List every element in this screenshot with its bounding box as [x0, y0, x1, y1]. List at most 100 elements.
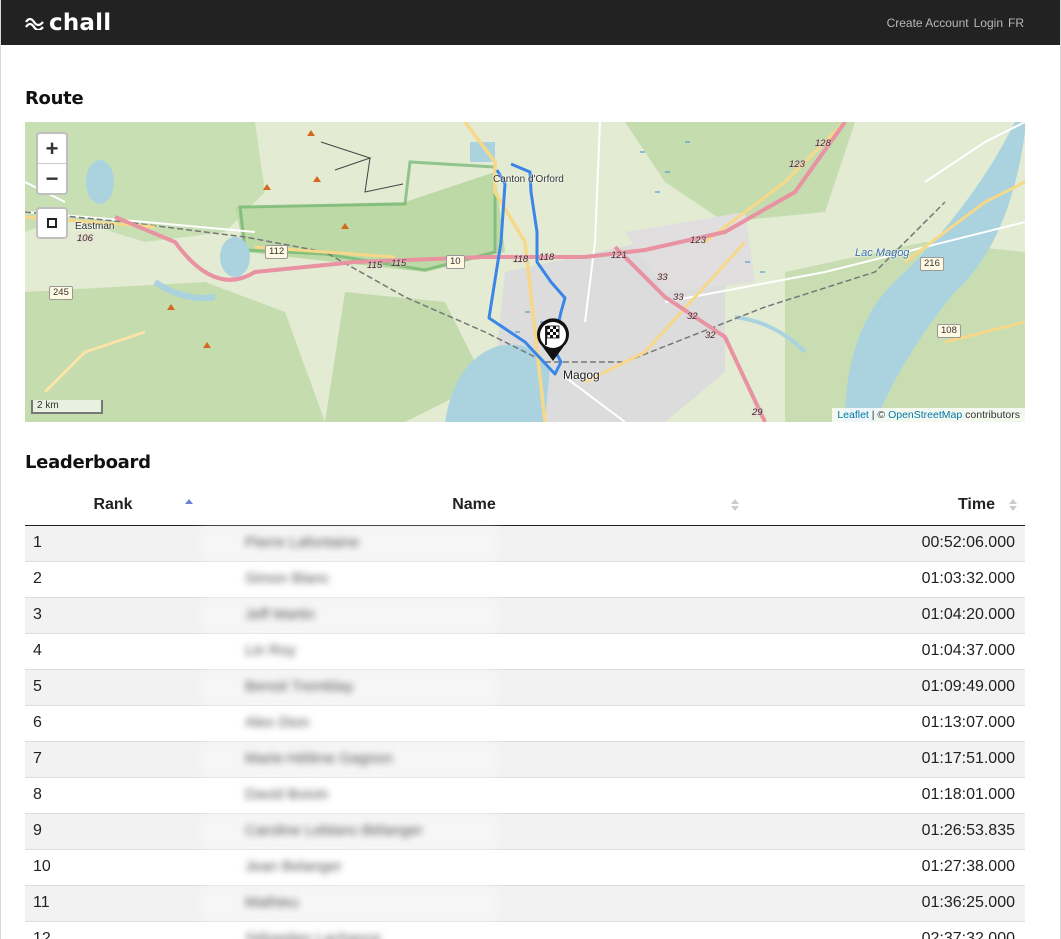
athlete-name: Marie-Hélène Gagnon — [245, 750, 393, 767]
highway-label-32b: 32 — [705, 330, 716, 341]
athlete-name: Simon Blanc — [245, 570, 330, 587]
zoom-in-button[interactable]: + — [38, 134, 66, 164]
name-cell: Simon Blanc — [201, 560, 747, 597]
brand-name: chall — [49, 9, 112, 36]
language-toggle-link[interactable]: FR — [1008, 16, 1024, 30]
name-cell: Benoit Tremblay — [201, 668, 747, 705]
table-row[interactable]: 4 Lin Roy 01:04:37.000 — [25, 632, 1025, 669]
athlete-name: Caroline Leblanc-Bélanger — [245, 822, 423, 839]
table-row[interactable]: 7 Marie-Hélène Gagnon 01:17:51.000 — [25, 740, 1025, 777]
table-row[interactable]: 11 Mathieu 01:36:25.000 — [25, 884, 1025, 921]
create-account-link[interactable]: Create Account — [887, 16, 969, 30]
name-column-header[interactable]: Name — [201, 486, 747, 526]
rank-cell: 9 — [25, 812, 201, 849]
highway-label-32a: 32 — [687, 311, 698, 322]
leaderboard-table: Rank Name Time 1 Pierre Lafontaine 00:52… — [25, 486, 1025, 939]
athlete-name: Alex Dion — [245, 714, 310, 731]
table-row[interactable]: 6 Alex Dion 01:13:07.000 — [25, 704, 1025, 741]
rank-cell: 6 — [25, 704, 201, 741]
athlete-name: Lin Roy — [245, 642, 296, 659]
rank-column-header[interactable]: Rank — [25, 486, 201, 526]
time-cell: 01:04:20.000 — [747, 596, 1025, 633]
map-attribution: Leaflet | © OpenStreetMap contributors — [832, 408, 1025, 422]
time-cell: 01:03:32.000 — [747, 560, 1025, 597]
name-cell: Lin Roy — [201, 632, 747, 669]
route-shield-10: 10 — [446, 255, 465, 269]
sort-both-icon — [731, 499, 739, 511]
name-cell: Alex Dion — [201, 704, 747, 741]
time-cell: 01:17:51.000 — [747, 740, 1025, 777]
zoom-out-button[interactable]: − — [38, 164, 66, 193]
time-column-header[interactable]: Time — [747, 486, 1025, 526]
map-tiles — [25, 122, 1025, 422]
attribution-contributors: contributors — [962, 409, 1020, 421]
leaflet-link[interactable]: Leaflet — [837, 409, 869, 421]
nav-links: Create Account Login FR — [887, 16, 1024, 30]
table-row[interactable]: 2 Simon Blanc 01:03:32.000 — [25, 560, 1025, 597]
fullscreen-icon — [47, 218, 57, 228]
table-row[interactable]: 8 David Boivin 01:18:01.000 — [25, 776, 1025, 813]
highway-label-29: 29 — [752, 407, 763, 418]
name-cell: Jeff Martin — [201, 596, 747, 633]
leaderboard-heading: Leaderboard — [25, 452, 151, 473]
rank-cell: 8 — [25, 776, 201, 813]
highway-label-115a: 115 — [367, 260, 383, 271]
rank-cell: 12 — [25, 920, 201, 939]
route-map[interactable]: Eastman Canton d'Orford Magog Lac Magog … — [25, 122, 1025, 422]
highway-label-118a: 118 — [513, 254, 529, 265]
rank-cell: 11 — [25, 884, 201, 921]
login-link[interactable]: Login — [974, 16, 1003, 30]
time-cell: 01:18:01.000 — [747, 776, 1025, 813]
place-label-magog: Magog — [563, 368, 600, 382]
place-label-eastman: Eastman — [75, 221, 115, 232]
brand-link[interactable]: chall — [25, 10, 111, 36]
rank-cell: 3 — [25, 596, 201, 633]
athlete-name: Jeff Martin — [245, 606, 315, 623]
time-cell: 01:09:49.000 — [747, 668, 1025, 705]
place-label-canton-orford: Canton d'Orford — [493, 174, 564, 185]
openstreetmap-link[interactable]: OpenStreetMap — [888, 409, 962, 421]
checkered-flag-icon — [537, 318, 569, 361]
attribution-separator: | © — [868, 409, 889, 421]
highway-label-121: 121 — [611, 250, 627, 261]
route-shield-112: 112 — [265, 245, 289, 259]
route-shield-216: 216 — [920, 257, 944, 271]
finish-flag-marker[interactable] — [536, 318, 570, 367]
time-cell: 01:13:07.000 — [747, 704, 1025, 741]
time-cell: 01:36:25.000 — [747, 884, 1025, 921]
name-cell: Pierre Lafontaine — [201, 524, 747, 561]
highway-label-115b: 115 — [391, 258, 407, 269]
highway-label-33b: 33 — [673, 292, 684, 303]
fullscreen-button[interactable] — [36, 207, 68, 239]
leaderboard-body: 1 Pierre Lafontaine 00:52:06.000 2 Simon Bla… — [25, 524, 1025, 939]
sort-both-icon — [1009, 499, 1017, 511]
table-row[interactable]: 9 Caroline Leblanc-Bélanger 01:26:53.835 — [25, 812, 1025, 849]
highway-label-33a: 33 — [657, 272, 668, 283]
athlete-name: Mathieu — [245, 894, 299, 911]
time-cell: 01:26:53.835 — [747, 812, 1025, 849]
route-heading: Route — [25, 88, 84, 109]
table-row[interactable]: 3 Jeff Martin 01:04:20.000 — [25, 596, 1025, 633]
navbar: chall Create Account Login FR — [1, 0, 1060, 45]
rank-cell: 1 — [25, 524, 201, 561]
wave-logo-icon — [25, 17, 44, 30]
athlete-name: David Boivin — [245, 786, 329, 803]
table-header-row: Rank Name Time — [25, 486, 1025, 526]
time-cell: 00:52:06.000 — [747, 524, 1025, 561]
name-cell: Marie-Hélène Gagnon — [201, 740, 747, 777]
time-cell: 01:27:38.000 — [747, 848, 1025, 885]
place-label-lac-magog: Lac Magog — [855, 247, 910, 259]
table-row[interactable]: 5 Benoit Tremblay 01:09:49.000 — [25, 668, 1025, 705]
time-cell: 02:37:32.000 — [747, 920, 1025, 939]
table-row[interactable]: 10 Jean Belanger 01:27:38.000 — [25, 848, 1025, 885]
table-row[interactable]: 1 Pierre Lafontaine 00:52:06.000 — [25, 524, 1025, 561]
name-cell: Caroline Leblanc-Bélanger — [201, 812, 747, 849]
rank-header-label: Rank — [93, 496, 133, 514]
rank-cell: 4 — [25, 632, 201, 669]
highway-label-123a: 123 — [690, 235, 706, 246]
athlete-name: Sébastien Lachance — [245, 930, 381, 939]
name-cell: Jean Belanger — [201, 848, 747, 885]
table-row[interactable]: 12 Sébastien Lachance 02:37:32.000 — [25, 920, 1025, 939]
rank-cell: 7 — [25, 740, 201, 777]
athlete-name: Benoit Tremblay — [245, 678, 354, 695]
